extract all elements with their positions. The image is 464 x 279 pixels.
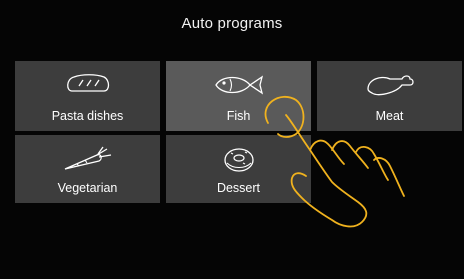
donut-icon: [219, 145, 259, 180]
program-label: Vegetarian: [57, 181, 118, 195]
carrot-icon: [61, 145, 115, 178]
program-tile-fish[interactable]: Fish: [166, 61, 311, 131]
program-label: Pasta dishes: [51, 109, 124, 123]
program-label: Fish: [226, 109, 251, 123]
program-tile-vegetarian[interactable]: Vegetarian: [15, 135, 160, 203]
fish-icon: [212, 71, 266, 104]
drumstick-icon: [364, 71, 416, 104]
program-tile-pasta[interactable]: Pasta dishes: [15, 61, 160, 131]
bread-icon: [64, 71, 112, 102]
program-tile-meat[interactable]: Meat: [317, 61, 462, 131]
program-label: Dessert: [216, 181, 261, 195]
program-label: Meat: [375, 109, 404, 123]
screen: Auto programs Pasta dishes Fish Meat Veg…: [0, 0, 464, 279]
screen-title: Auto programs: [181, 15, 283, 32]
program-tile-dessert[interactable]: Dessert: [166, 135, 311, 203]
